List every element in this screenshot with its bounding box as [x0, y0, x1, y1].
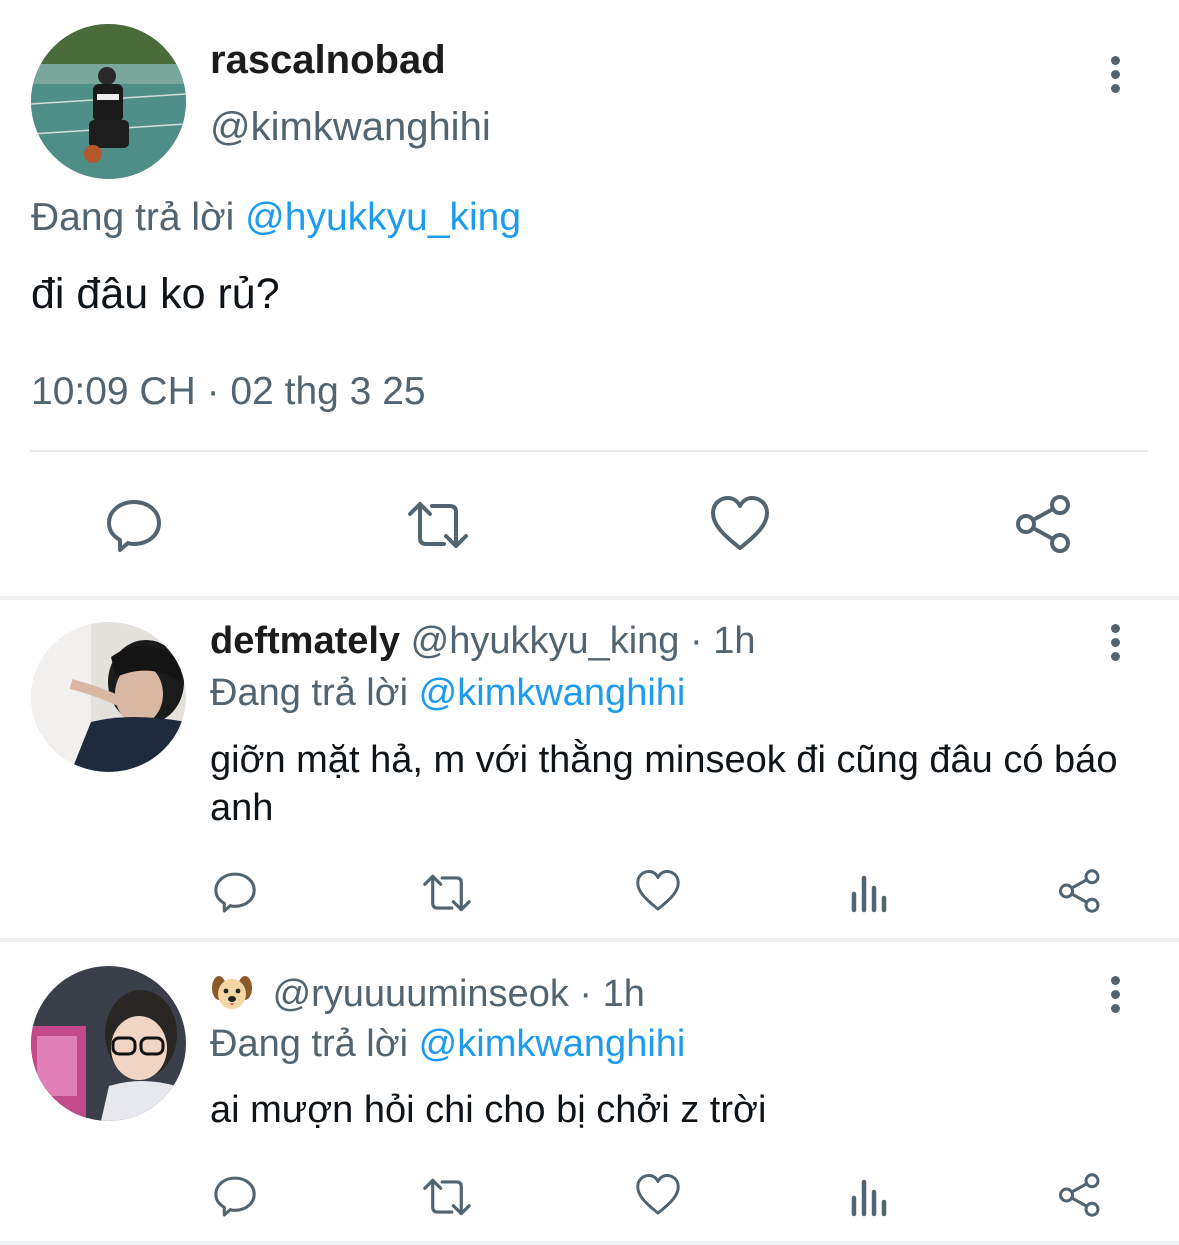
- replying-to-line: Đang trả lời @kimkwanghihi: [210, 1023, 685, 1066]
- retweet-icon[interactable]: [404, 496, 472, 554]
- section-divider: [0, 938, 1179, 942]
- retweet-icon[interactable]: [420, 870, 474, 916]
- dog-face-emoji[interactable]: [210, 972, 254, 1012]
- more-options-icon[interactable]: [1100, 56, 1130, 96]
- share-icon[interactable]: [1012, 494, 1076, 554]
- reply-header: @ryuuuuminseok · 1h: [210, 972, 645, 1016]
- section-divider: [0, 1241, 1179, 1245]
- more-options-icon[interactable]: [1100, 976, 1130, 1016]
- reply-icon[interactable]: [104, 494, 164, 554]
- avatar[interactable]: [31, 24, 186, 179]
- replying-prefix: Đang trả lời: [31, 196, 235, 239]
- like-icon[interactable]: [634, 868, 682, 914]
- replying-to-line: Đang trả lời @hyukkyu_king: [31, 196, 521, 240]
- divider: [30, 450, 1148, 452]
- replying-to-line: Đang trả lời @kimkwanghihi: [210, 672, 685, 715]
- main-tweet: rascalnobad @kimkwanghihi Đang trả lời @…: [0, 0, 1179, 596]
- share-icon[interactable]: [1056, 1172, 1104, 1218]
- reply-icon[interactable]: [212, 1172, 258, 1218]
- like-icon[interactable]: [708, 494, 772, 554]
- share-icon[interactable]: [1056, 868, 1104, 914]
- separator: ·: [690, 620, 703, 662]
- reply-header: deftmately @hyukkyu_king · 1h: [210, 620, 756, 663]
- avatar[interactable]: [31, 622, 186, 772]
- retweet-icon[interactable]: [420, 1174, 474, 1220]
- tweet-text: ai mượn hỏi chi cho bị chởi z trời: [210, 1089, 767, 1131]
- views-icon[interactable]: [848, 870, 892, 914]
- display-name[interactable]: rascalnobad: [210, 38, 446, 83]
- replying-to-mention[interactable]: @kimkwanghihi: [419, 1023, 686, 1065]
- timestamp[interactable]: 10:09 CH · 02 thg 3 25: [31, 370, 426, 414]
- section-divider: [0, 596, 1179, 600]
- views-icon[interactable]: [848, 1174, 892, 1218]
- replying-to-mention[interactable]: @hyukkyu_king: [245, 196, 521, 239]
- reply-icon[interactable]: [212, 868, 258, 914]
- replying-prefix: Đang trả lời: [210, 1023, 409, 1065]
- separator: ·: [579, 973, 593, 1015]
- like-icon[interactable]: [634, 1172, 682, 1218]
- tweet-text: giỡn mặt hả, m với thằng minseok đi cũng…: [210, 739, 1118, 829]
- replying-prefix: Đang trả lời: [210, 672, 409, 714]
- handle[interactable]: @ryuuuuminseok: [273, 973, 569, 1015]
- handle[interactable]: @hyukkyu_king: [411, 620, 680, 662]
- more-options-icon[interactable]: [1100, 624, 1130, 664]
- avatar[interactable]: [31, 966, 186, 1121]
- post-time[interactable]: 1h: [713, 620, 755, 662]
- replying-to-mention[interactable]: @kimkwanghihi: [419, 672, 686, 714]
- post-time[interactable]: 1h: [603, 973, 645, 1015]
- display-name[interactable]: deftmately: [210, 620, 400, 662]
- handle[interactable]: @kimkwanghihi: [210, 105, 491, 150]
- tweet-text: đi đâu ko rủ?: [31, 270, 280, 318]
